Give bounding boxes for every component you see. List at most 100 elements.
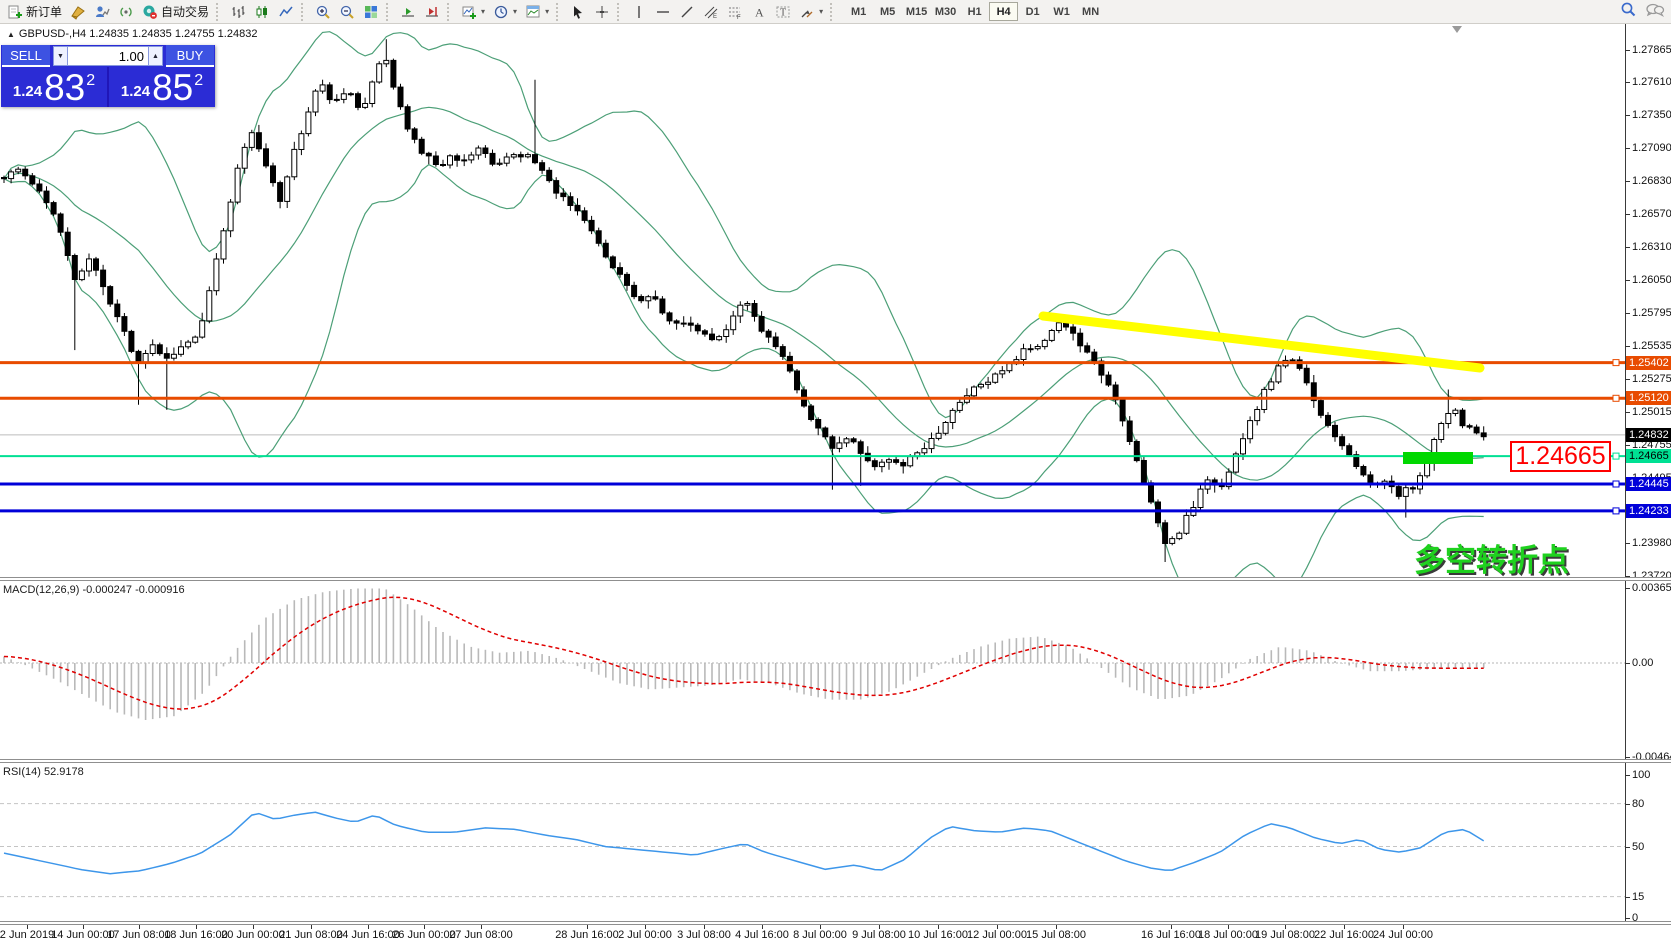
new-order-button[interactable]: 新订单 — [3, 1, 66, 22]
zoom-out-icon — [339, 4, 355, 20]
period-button-m30[interactable]: M30 — [931, 2, 960, 21]
panel-separator[interactable] — [0, 921, 1671, 925]
panel-separator[interactable] — [0, 759, 1671, 763]
sell-price-display[interactable]: 1.24832 — [1, 67, 107, 107]
search-icon[interactable] — [1620, 1, 1637, 23]
styles-button[interactable] — [66, 1, 90, 22]
period-button-mn[interactable]: MN — [1076, 2, 1105, 21]
volume-decrease-button[interactable]: ▼ — [53, 46, 68, 66]
clock-icon — [493, 4, 509, 20]
arrows-button[interactable]: ▾ — [795, 1, 827, 22]
gold-brush-icon — [70, 4, 86, 20]
svg-text:T: T — [780, 7, 786, 18]
toolbar-grip — [830, 3, 837, 21]
price-axis-badge: 1.24233 — [1626, 504, 1671, 518]
dropdown-icon: ▾ — [513, 7, 517, 16]
chart-window[interactable]: 2 Jun 201914 Jun 00:0017 Jun 08:0018 Jun… — [0, 24, 1671, 945]
line-chart-button[interactable] — [274, 1, 298, 22]
rsi-indicator-label: RSI(14) 52.9178 — [3, 766, 84, 778]
volume-increase-button[interactable]: ▲ — [148, 46, 163, 66]
fibonacci-button[interactable]: F — [723, 1, 747, 22]
template-icon — [525, 4, 541, 20]
rsi-axis-tick — [1625, 897, 1630, 898]
time-axis-label: 8 Jul 00:00 — [793, 929, 847, 941]
chart-shift-icon — [424, 4, 440, 20]
time-axis-label: 3 Jul 08:00 — [677, 929, 731, 941]
zoom-in-button[interactable] — [311, 1, 335, 22]
vertical-line-button[interactable] — [627, 1, 651, 22]
candlestick-icon — [254, 4, 270, 20]
trendline-button[interactable] — [675, 1, 699, 22]
trendline-icon — [679, 4, 695, 20]
period-button-h1[interactable]: H1 — [960, 2, 989, 21]
chat-icon[interactable] — [1645, 2, 1665, 23]
macd-axis-label: 0.00 — [1632, 657, 1653, 669]
chart-shift-button[interactable] — [420, 1, 444, 22]
timeframes-button[interactable]: ▾ — [489, 1, 521, 22]
rsi-axis-tick — [1625, 804, 1630, 805]
period-button-h4[interactable]: H4 — [989, 2, 1018, 21]
templates-button[interactable]: ▾ — [521, 1, 553, 22]
time-axis-label: 19 Jul 08:00 — [1255, 929, 1315, 941]
chart-shift-marker[interactable] — [1452, 26, 1462, 33]
toolbar-grip — [617, 3, 624, 21]
price-axis-label: 1.26310 — [1632, 241, 1671, 253]
text-button[interactable]: A — [747, 1, 771, 22]
toolbar-grip — [447, 3, 454, 21]
toolbar-grip — [556, 3, 563, 21]
period-button-m5[interactable]: M5 — [873, 2, 902, 21]
timeframe-toolbar: M1M5M15M30H1H4D1W1MN — [844, 2, 1105, 21]
time-axis-label: 15 Jul 08:00 — [1026, 929, 1086, 941]
rsi-axis-label: 100 — [1632, 769, 1650, 781]
sell-button[interactable]: SELL — [2, 45, 50, 67]
bar-chart-button[interactable] — [226, 1, 250, 22]
time-axis-label: 2 Jun 2019 — [0, 929, 54, 941]
time-axis-label: 24 Jun 16:00 — [336, 929, 400, 941]
equidistant-channel-button[interactable]: E — [699, 1, 723, 22]
price-annotation-box[interactable]: 1.24665 — [1510, 441, 1611, 472]
rsi-axis-label: 15 — [1632, 891, 1644, 903]
macd-panel-canvas[interactable] — [0, 581, 1625, 759]
price-axis-tick — [1625, 50, 1630, 51]
profiles-button[interactable] — [90, 1, 114, 22]
toolbar-grip — [301, 3, 308, 21]
rsi-panel-canvas[interactable] — [0, 763, 1625, 921]
price-axis-label: 1.25795 — [1632, 307, 1671, 319]
price-axis-tick — [1625, 346, 1630, 347]
price-axis-tick — [1625, 412, 1630, 413]
signals-button[interactable] — [114, 1, 138, 22]
period-button-w1[interactable]: W1 — [1047, 2, 1076, 21]
period-button-d1[interactable]: D1 — [1018, 2, 1047, 21]
buy-price-display[interactable]: 1.24852 — [109, 67, 215, 107]
new-order-label: 新订单 — [26, 3, 62, 20]
sell-price-prefix: 1.24 — [13, 83, 42, 100]
autotrading-button[interactable]: 自动交易 — [138, 1, 213, 22]
channel-icon: E — [703, 4, 719, 20]
volume-input[interactable] — [68, 46, 148, 66]
cursor-button[interactable] — [566, 1, 590, 22]
zoom-out-button[interactable] — [335, 1, 359, 22]
price-axis-label: 1.25275 — [1632, 373, 1671, 385]
auto-scroll-button[interactable] — [396, 1, 420, 22]
candlestick-button[interactable] — [250, 1, 274, 22]
fibonacci-icon: F — [727, 4, 743, 20]
vertical-line-icon — [631, 4, 647, 20]
period-button-m15[interactable]: M15 — [902, 2, 931, 21]
chinese-annotation-text[interactable]: 多空转折点 — [1414, 535, 1569, 580]
horizontal-line-button[interactable] — [651, 1, 675, 22]
svg-text:A: A — [755, 5, 764, 19]
price-axis-tick — [1625, 445, 1630, 446]
tile-windows-button[interactable] — [359, 1, 383, 22]
symbol-collapse-icon[interactable]: ▲ — [7, 30, 15, 39]
volume-control: ▼ ▲ — [51, 45, 165, 67]
price-chart-canvas[interactable] — [0, 24, 1625, 577]
crosshair-button[interactable] — [590, 1, 614, 22]
period-button-m1[interactable]: M1 — [844, 2, 873, 21]
buy-button[interactable]: BUY — [166, 45, 214, 67]
price-axis-tick — [1625, 543, 1630, 544]
text-label-button[interactable]: T — [771, 1, 795, 22]
symbol-info: ▲GBPUSD-,H4 1.24835 1.24835 1.24755 1.24… — [7, 28, 257, 40]
sell-price-sup: 2 — [86, 72, 95, 90]
text-icon: A — [751, 4, 767, 20]
indicators-button[interactable]: ▾ — [457, 1, 489, 22]
